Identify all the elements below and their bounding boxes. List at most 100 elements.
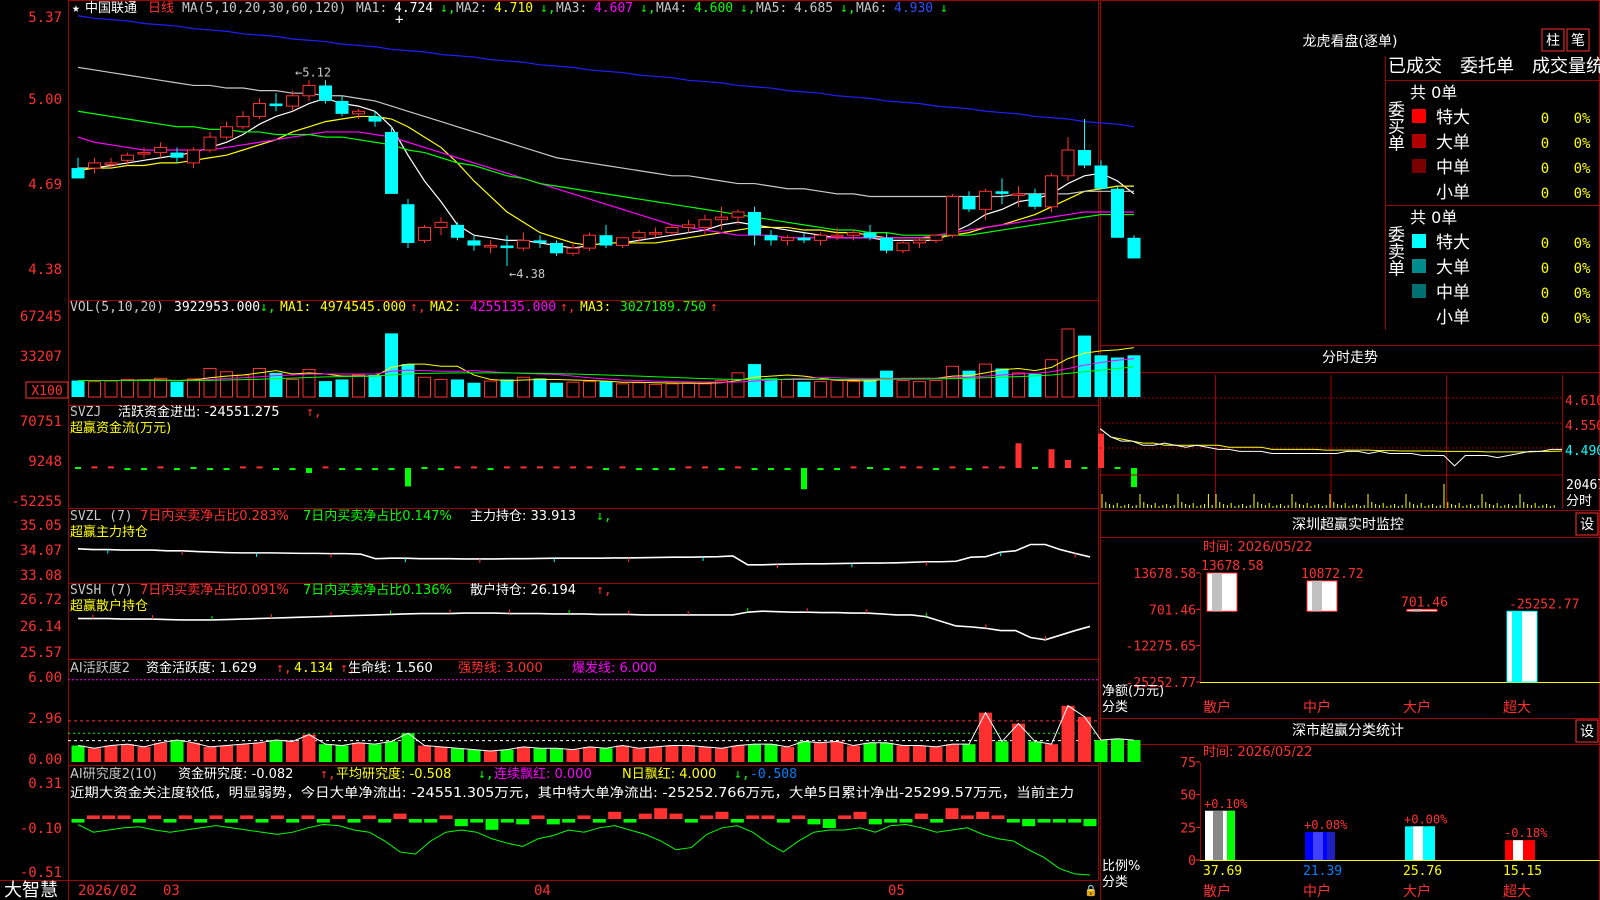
volume-bar[interactable] <box>896 380 910 398</box>
activity-bar[interactable] <box>517 746 530 762</box>
volume-bar[interactable] <box>137 379 151 398</box>
candle[interactable] <box>467 240 481 246</box>
research-bar[interactable] <box>408 819 422 823</box>
volume-bar[interactable] <box>583 381 596 398</box>
volume-bar[interactable] <box>71 380 85 397</box>
candle[interactable] <box>665 226 679 234</box>
research-bar[interactable] <box>562 819 576 823</box>
volume-bar[interactable] <box>385 333 398 397</box>
research-bar[interactable] <box>178 815 192 819</box>
activity-bar[interactable] <box>302 734 316 762</box>
candle[interactable] <box>566 247 580 254</box>
research-bar[interactable] <box>132 819 146 823</box>
activity-bar[interactable] <box>71 745 85 762</box>
activity-bar[interactable] <box>1061 705 1075 762</box>
research-bar[interactable] <box>914 813 928 819</box>
activity-bar[interactable] <box>583 746 596 762</box>
tab-filled[interactable]: 已成交 <box>1388 56 1442 77</box>
research-bar[interactable] <box>792 815 806 819</box>
volume-bar[interactable] <box>863 379 877 397</box>
research-bar[interactable] <box>102 815 116 819</box>
activity-bar[interactable] <box>451 748 464 762</box>
candle[interactable] <box>286 95 299 107</box>
candle[interactable] <box>1111 188 1124 238</box>
candle[interactable] <box>682 224 695 228</box>
volume-bar[interactable] <box>566 381 580 398</box>
candle[interactable] <box>781 237 794 241</box>
research-bar[interactable] <box>439 815 453 819</box>
candle[interactable] <box>500 245 514 249</box>
research-bar[interactable] <box>868 819 882 825</box>
activity-bar[interactable] <box>814 742 827 762</box>
flow-bar[interactable] <box>1131 468 1137 488</box>
volume-bar[interactable] <box>1028 373 1042 397</box>
activity-bar[interactable] <box>500 749 514 762</box>
lock-icon[interactable]: 🔒 <box>1084 884 1098 897</box>
flow-bar[interactable] <box>1098 433 1104 468</box>
candle[interactable] <box>154 146 167 154</box>
activity-bar[interactable] <box>335 745 349 762</box>
volume-bar[interactable] <box>500 379 514 397</box>
volume-bar[interactable] <box>170 381 184 397</box>
activity-bar[interactable] <box>434 746 448 762</box>
flow-bar[interactable] <box>240 466 246 469</box>
research-bar[interactable] <box>608 811 622 819</box>
research-bar[interactable] <box>715 811 729 819</box>
volume-bar[interactable] <box>731 372 745 398</box>
flow-bar[interactable] <box>141 468 147 471</box>
candle[interactable] <box>830 234 844 238</box>
flow-bar[interactable] <box>702 466 708 469</box>
candle[interactable] <box>797 237 811 241</box>
flow-bar[interactable] <box>900 466 906 469</box>
candle[interactable] <box>352 110 365 115</box>
candle[interactable] <box>913 239 926 244</box>
research-bar[interactable] <box>393 813 407 819</box>
flow-bar[interactable] <box>405 468 411 487</box>
volume-bar[interactable] <box>319 381 332 397</box>
research-bar[interactable] <box>470 819 484 823</box>
activity-bar[interactable] <box>1111 738 1124 762</box>
research-bar[interactable] <box>853 811 867 819</box>
volume-bar[interactable] <box>880 370 893 397</box>
activity-bar[interactable] <box>962 744 976 762</box>
volume-bar[interactable] <box>946 365 959 398</box>
candle[interactable] <box>1045 175 1058 208</box>
candle[interactable] <box>170 152 184 158</box>
flow-bar[interactable] <box>850 466 857 469</box>
flow-bar[interactable] <box>339 468 345 471</box>
candle[interactable] <box>71 168 85 179</box>
volume-bar[interactable] <box>451 379 464 397</box>
activity-bar[interactable] <box>995 741 1009 762</box>
flow-bar[interactable] <box>999 466 1005 469</box>
volume-bar[interactable] <box>616 383 629 398</box>
activity-bar[interactable] <box>137 746 151 762</box>
volume-bar[interactable] <box>1111 357 1124 398</box>
candle[interactable] <box>979 190 992 210</box>
activity-bar[interactable] <box>698 746 712 762</box>
candle[interactable] <box>137 152 151 155</box>
research-bar[interactable] <box>822 819 836 828</box>
activity-bar[interactable] <box>187 742 200 762</box>
research-bar[interactable] <box>194 819 208 823</box>
activity-bar[interactable] <box>385 741 398 762</box>
candle[interactable] <box>368 116 382 122</box>
volume-bar[interactable] <box>104 380 118 398</box>
research-bar[interactable] <box>286 819 300 823</box>
volume-bar[interactable] <box>467 382 481 397</box>
flow-bar[interactable] <box>174 468 180 471</box>
activity-bar[interactable] <box>632 748 646 762</box>
activity-bar[interactable] <box>170 740 184 762</box>
flow-bar[interactable] <box>1048 449 1055 468</box>
flow-bar[interactable] <box>388 468 395 471</box>
research-bar[interactable] <box>945 808 959 819</box>
activity-bar[interactable] <box>715 748 728 762</box>
research-bar[interactable] <box>776 819 790 823</box>
research-bar[interactable] <box>638 813 652 819</box>
flow-bar[interactable] <box>966 468 972 471</box>
activity-bar[interactable] <box>781 746 794 762</box>
research-bar[interactable] <box>991 815 1005 819</box>
research-bar[interactable] <box>546 819 560 825</box>
research-bar[interactable] <box>378 819 392 823</box>
research-bar[interactable] <box>700 815 714 819</box>
candle[interactable] <box>962 196 976 210</box>
